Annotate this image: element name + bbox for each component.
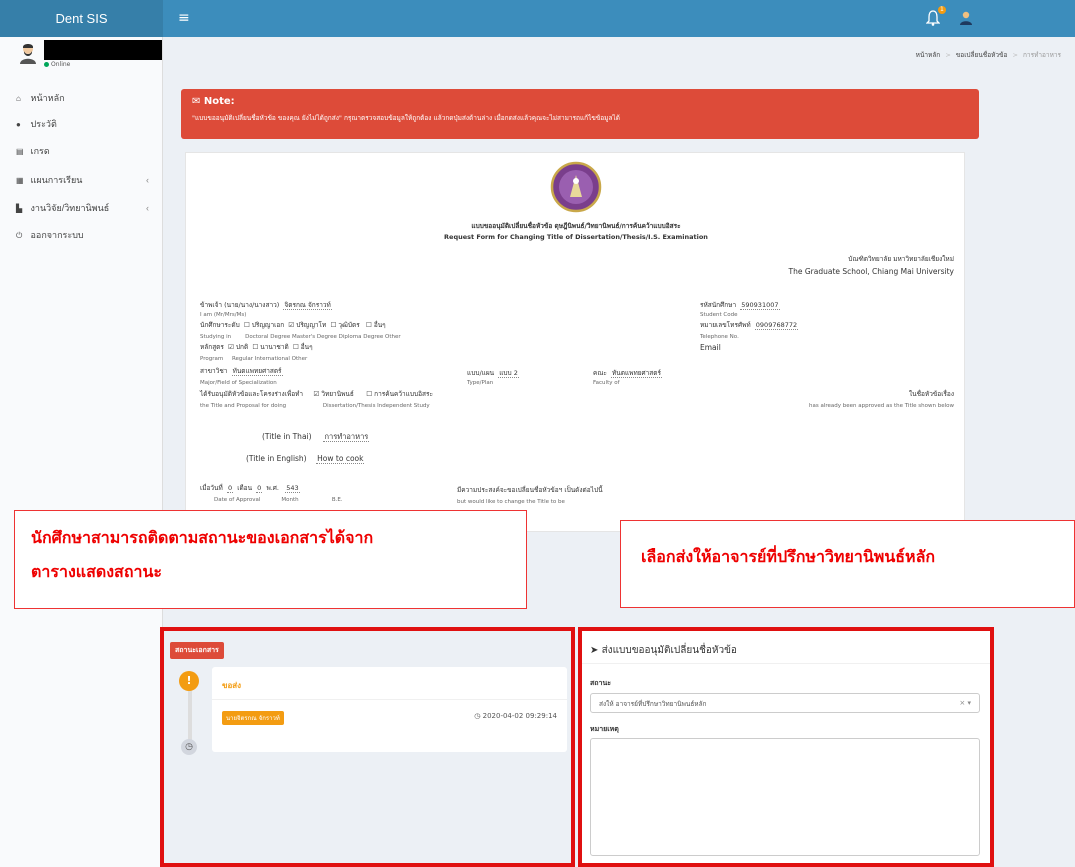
doc-program: หลักสูตร ☑ ปกติ ☐ นานาชาติ ☐ อื่นๆ — [200, 343, 313, 351]
doc-title-english: Request Form for Changing Title of Disse… — [444, 233, 708, 241]
sidebar: Online ⌂ หน้าหลัก ● ประวัติ ▤ เกรด ▦ แผน… — [0, 37, 163, 867]
grade-icon: ▤ — [16, 147, 24, 156]
doc-major: สาขาวิชา ทันตแพทยศาสตร์ — [200, 367, 283, 376]
note-field-label: หมายเหตุ — [590, 725, 619, 733]
doc-plan: แบบ/แผน แบบ 2 — [467, 369, 519, 378]
sidebar-item-research[interactable]: ▙ งานวิจัย/วิทยานิพนธ์ ‹ — [0, 196, 163, 220]
breadcrumb: หน้าหลัก > ขอเปลี่ยนชื่อหัวข้อ > การทำอา… — [915, 51, 1061, 59]
university-seal-icon — [550, 161, 602, 213]
online-status: Online — [44, 61, 70, 68]
doc-phone: หมายเลขโทรศัพท์ 0909768772 — [700, 321, 799, 330]
home-icon: ⌂ — [16, 94, 21, 103]
notification-count-badge: 1 — [938, 6, 946, 14]
hamburger-icon[interactable]: ≡ — [178, 10, 190, 26]
notification-bell-icon[interactable]: 1 — [926, 6, 946, 30]
doc-email-label: Email — [700, 343, 721, 352]
breadcrumb-change-title[interactable]: ขอเปลี่ยนชื่อหัวข้อ — [956, 51, 1008, 59]
doc-student-code: รหัสนักศึกษา 590931007 — [700, 301, 780, 310]
doc-title-thai-field: (Title in Thai) การทำอาหาร — [262, 432, 370, 442]
select-clear-dropdown-icon[interactable]: × ▾ — [959, 699, 971, 707]
sidebar-item-logout[interactable]: ⏻ ออกจากระบบ — [0, 223, 163, 247]
doc-school-english: The Graduate School, Chiang Mai Universi… — [788, 267, 954, 276]
doc-approval-date: เมื่อวันที่ 0 เดือน 0 พ.ศ. 543 — [200, 484, 300, 493]
user-panel: Online — [0, 37, 163, 77]
paper-plane-icon: ➤ — [590, 645, 599, 656]
doc-wish-th: มีความประสงค์จะขอเปลี่ยนชื่อหัวข้อฯ เป็น… — [457, 486, 603, 494]
power-icon: ⏻ — [16, 231, 23, 240]
envelope-icon: ✉ — [192, 96, 201, 107]
timeline-end-clock-icon: ◷ — [181, 739, 197, 755]
clock-icon: ◷ — [474, 712, 481, 720]
doc-name-row: ข้าพเจ้า (นาย/นาง/นางสาว) จิตรกณ จักราวท… — [200, 301, 332, 310]
form-heading: ➤ ส่งแบบขออนุมัติเปลี่ยนชื่อหัวข้อ — [590, 645, 737, 656]
doc-degree-level: นักศึกษาระดับ ☐ ปริญญาเอก ☑ ปริญญาโท ☐ ว… — [200, 321, 386, 329]
doc-date-en: Date of Approval Month B.E. — [214, 497, 343, 503]
user-icon: ● — [16, 120, 21, 129]
sidebar-item-grades[interactable]: ▤ เกรด — [0, 139, 163, 163]
request-form-document: แบบขออนุมัติเปลี่ยนชื่อหัวข้อ ดุษฎีนิพนธ… — [185, 152, 965, 532]
callout-send-advisor: เลือกส่งให้อาจารย์ที่ปรึกษาวิทยานิพนธ์หล… — [620, 520, 1075, 608]
status-select[interactable]: ส่งให้ อาจารย์ที่ปรึกษาวิทยานิพนธ์หลัก ×… — [590, 693, 980, 713]
alert-title: ✉ Note: — [192, 96, 235, 107]
doc-title-english-field: (Title in English) How to cook — [246, 454, 365, 464]
chevron-left-icon: ‹ — [146, 175, 149, 185]
book-icon: ▙ — [16, 204, 23, 213]
timeline-step-title: ขอส่ง — [222, 681, 242, 690]
doc-titled-th: ในชื่อหัวข้อเรื่อง — [908, 390, 954, 398]
callout-status-tracking: นักศึกษาสามารถติดตามสถานะของเอกสารได้จาก… — [14, 510, 527, 609]
app-logo[interactable]: Dent SIS — [0, 0, 163, 37]
breadcrumb-home[interactable]: หน้าหลัก — [916, 51, 941, 59]
doc-title-thai: แบบขออนุมัติเปลี่ยนชื่อหัวข้อ ดุษฎีนิพนธ… — [471, 222, 681, 230]
avatar — [18, 42, 38, 64]
timeline-user-badge: นายจิตรกณ จักราวท์ — [222, 711, 284, 725]
online-dot-icon — [44, 62, 49, 67]
sidebar-item-study-plan[interactable]: ▦ แผนการเรียน ‹ — [0, 168, 163, 192]
doc-program-en: Program Regular International Other — [200, 356, 308, 362]
alert-message: "แบบขออนุมัติเปลี่ยนชื่อหัวข้อ ของคุณ ยั… — [192, 114, 620, 122]
sidebar-item-home[interactable]: ⌂ หน้าหลัก — [0, 86, 163, 110]
alert-note: ✉ Note: "แบบขออนุมัติเปลี่ยนชื่อหัวข้อ ข… — [181, 89, 979, 139]
doc-approved-for: ได้รับอนุมัติหัวข้อและโครงร่างเพื่อทำ ☑ … — [200, 390, 433, 398]
breadcrumb-current: การทำอาหาร — [1023, 51, 1061, 59]
timeline-item: ขอส่ง นายจิตรกณ จักราวท์ ◷ 2020-04-02 09… — [212, 667, 567, 752]
user-menu-icon[interactable] — [958, 10, 974, 26]
timeline-timestamp: ◷ 2020-04-02 09:29:14 — [474, 712, 557, 720]
calendar-icon: ▦ — [16, 176, 24, 185]
status-field-label: สถานะ — [590, 679, 611, 687]
doc-approved-en: the Title and Proposal for doing Dissert… — [200, 403, 430, 409]
doc-level-en: Studying in Doctoral Degree Master's Deg… — [200, 334, 401, 340]
submit-form-panel: ➤ ส่งแบบขออนุมัติเปลี่ยนชื่อหัวข้อ สถานะ… — [578, 627, 994, 867]
chevron-left-icon: ‹ — [146, 203, 149, 213]
note-textarea[interactable] — [590, 738, 980, 856]
user-name-redacted — [44, 40, 162, 60]
doc-school-thai: บัณฑิตวิทยาลัย มหาวิทยาลัยเชียงใหม่ — [848, 255, 954, 263]
document-status-panel: สถานะเอกสาร ! ขอส่ง นายจิตรกณ จักราวท์ ◷… — [160, 627, 575, 867]
warning-icon: ! — [179, 671, 199, 691]
status-badge: สถานะเอกสาร — [170, 642, 224, 659]
sidebar-item-profile[interactable]: ● ประวัติ — [0, 112, 163, 136]
doc-faculty: คณะ ทันตแพทยศาสตร์ — [593, 369, 662, 378]
top-navbar: Dent SIS ≡ 1 — [0, 0, 1075, 37]
